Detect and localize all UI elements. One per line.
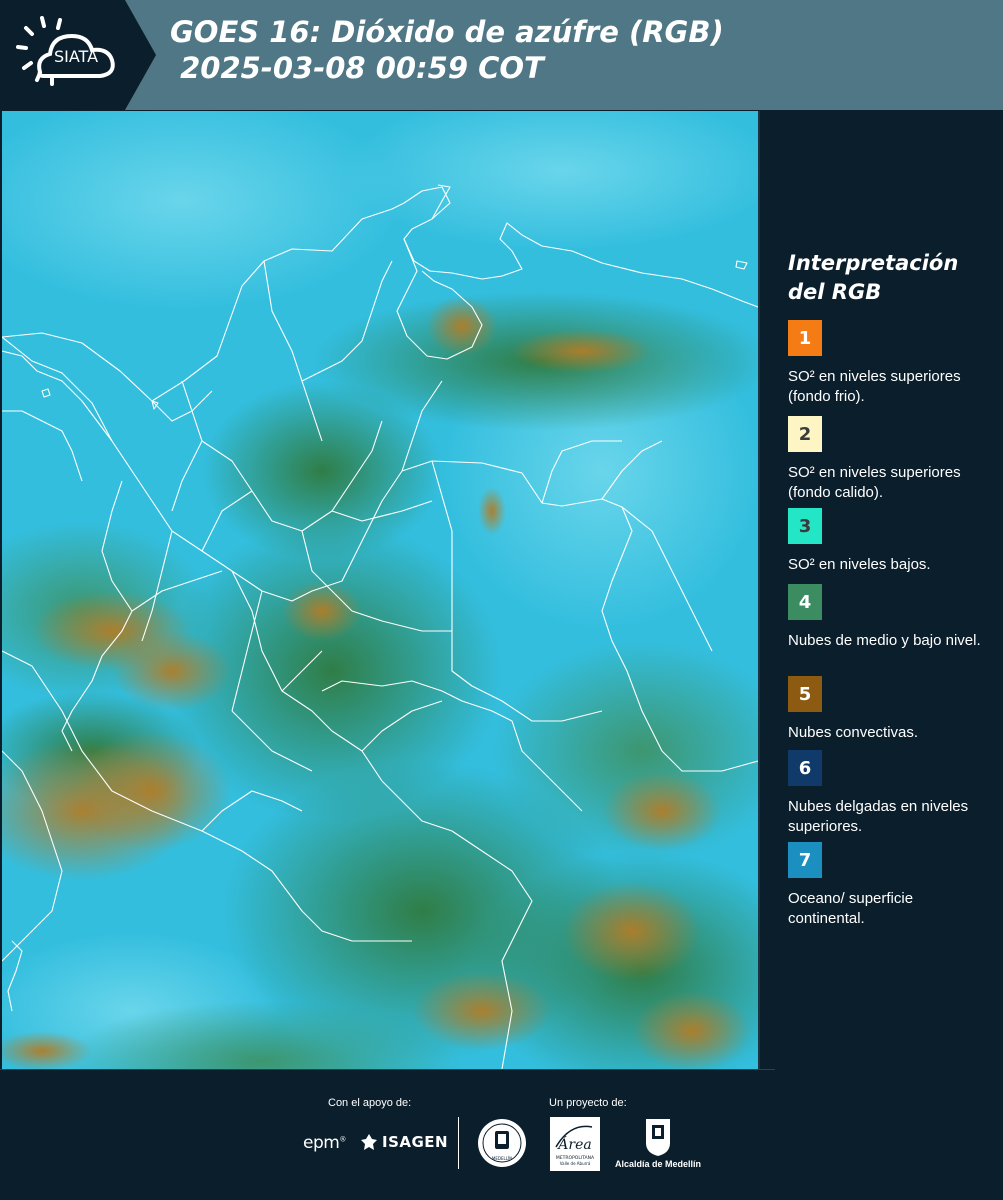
legend-item-1: 1 SO² en niveles superiores (fondo frio)… xyxy=(788,320,993,407)
alcaldia-medellin-logo: Alcaldía de Medellín xyxy=(612,1117,704,1173)
satellite-image xyxy=(2,111,758,1069)
legend-item-4: 4 Nubes de medio y bajo nivel. xyxy=(788,584,993,651)
legend-text-5: Nubes convectivas. xyxy=(788,724,919,741)
area-logo-sub2: Valle de Aburrá xyxy=(560,1161,591,1166)
footer: Con el apoyo de: Un proyecto de: epm® IS… xyxy=(0,1069,1003,1200)
satellite-map xyxy=(2,111,758,1069)
footer-vertical-divider xyxy=(458,1117,459,1169)
legend-swatch-6: 6 xyxy=(788,750,822,786)
footer-divider-line xyxy=(0,1069,775,1070)
legend-text-6: Nubes delgadas en niveles superiores. xyxy=(788,798,969,835)
legend-text-3: SO² en niveles bajos. xyxy=(788,556,931,573)
page-title: GOES 16: Dióxido de azúfre (RGB) 2025-03… xyxy=(170,15,724,85)
siata-logo: SIATA xyxy=(0,0,160,110)
alcaldia-text: Alcaldía de Medellín xyxy=(614,1159,702,1169)
legend-title: Interpretación del RGB xyxy=(788,251,959,304)
epm-logo-text: epm xyxy=(303,1133,340,1153)
legend-item-7: 7 Oceano/ superficie continental. xyxy=(788,842,993,929)
alcaldia-shield-icon xyxy=(646,1119,670,1156)
legend-item-6: 6 Nubes delgadas en niveles superiores. xyxy=(788,750,993,837)
legend-item-2: 2 SO² en niveles superiores (fondo calid… xyxy=(788,416,993,503)
header: SIATA GOES 16: Dióxido de azúfre (RGB) 2… xyxy=(0,0,1003,110)
support-label: Con el apoyo de: xyxy=(328,1097,412,1109)
medellin-seal-text: MEDELLÍN xyxy=(492,1156,512,1161)
epm-logo: epm® xyxy=(303,1133,346,1153)
legend-text-4: Nubes de medio y bajo nivel. xyxy=(788,632,981,649)
legend-text-2: SO² en niveles superiores (fondo calido)… xyxy=(788,464,961,501)
legend-swatch-4: 4 xyxy=(788,584,822,620)
legend-swatch-2: 2 xyxy=(788,416,822,452)
area-logo-name: Área xyxy=(556,1135,591,1153)
legend-text-1: SO² en niveles superiores (fondo frio). xyxy=(788,368,961,405)
isagen-logo: ISAGEN xyxy=(360,1133,448,1151)
medellin-seal-logo: MEDELLÍN xyxy=(476,1117,528,1169)
legend-item-3: 3 SO² en niveles bajos. xyxy=(788,508,993,575)
legend-panel: Interpretación del RGB 1 SO² en niveles … xyxy=(760,111,1003,1069)
isagen-logo-text: ISAGEN xyxy=(382,1133,449,1151)
project-label: Un proyecto de: xyxy=(549,1097,627,1109)
isagen-mark-icon xyxy=(361,1134,377,1150)
siata-logo-text: SIATA xyxy=(54,47,98,66)
legend-swatch-7: 7 xyxy=(788,842,822,878)
area-metropolitana-logo: Área METROPOLITANA Valle de Aburrá xyxy=(550,1117,600,1171)
legend-item-5: 5 Nubes convectivas. xyxy=(788,676,993,743)
legend-swatch-3: 3 xyxy=(788,508,822,544)
legend-swatch-1: 1 xyxy=(788,320,822,356)
legend-text-7: Oceano/ superficie continental. xyxy=(788,890,914,927)
legend-swatch-5: 5 xyxy=(788,676,822,712)
